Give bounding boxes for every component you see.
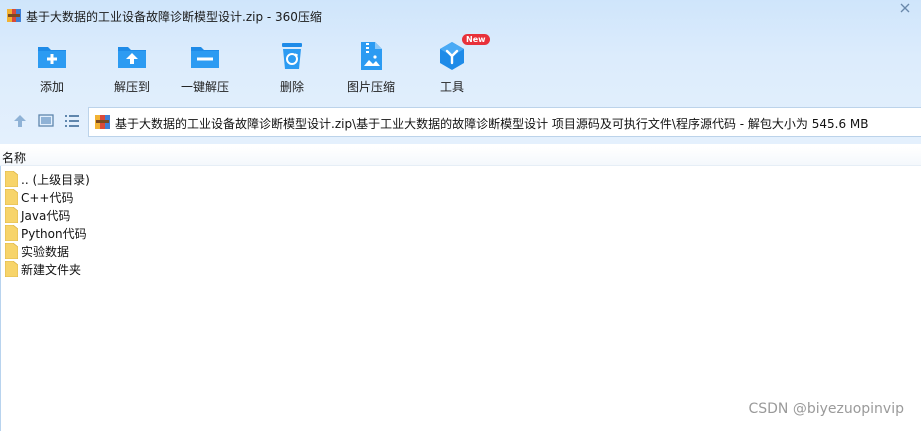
top-panel: 基于大数据的工业设备故障诊断模型设计.zip - 360压缩 添加 解压到 一键… xyxy=(0,0,921,144)
zip-app-icon xyxy=(7,9,21,22)
address-bar[interactable]: 基于大数据的工业设备故障诊断模型设计.zip\基于工业大数据的故障诊断模型设计 … xyxy=(88,107,921,137)
list-item-label: Java代码 xyxy=(21,209,71,223)
add-button[interactable]: 添加 xyxy=(17,36,87,98)
new-badge: New xyxy=(462,34,490,45)
file-list: 名称 .. (上级目录) C++代码 Java代码 Python代码 实验数据 … xyxy=(0,144,921,431)
one-click-extract-button[interactable]: 一键解压 xyxy=(170,36,240,98)
list-item-parent-dir[interactable]: .. (上级目录) xyxy=(0,170,400,188)
list-item-label: .. (上级目录) xyxy=(21,173,90,187)
folder-icon xyxy=(5,171,18,187)
tools-icon xyxy=(440,42,464,70)
image-compress-button[interactable]: 图片压缩 xyxy=(336,36,406,98)
list-item[interactable]: 实验数据 xyxy=(0,242,400,260)
delete-label: 删除 xyxy=(279,80,304,94)
thumbnail-view-icon[interactable] xyxy=(37,112,55,130)
delete-button[interactable]: 删除 xyxy=(257,36,327,98)
image-compress-icon xyxy=(361,42,382,70)
list-item-label: Python代码 xyxy=(21,227,87,241)
title-bar: 基于大数据的工业设备故障诊断模型设计.zip - 360压缩 xyxy=(0,0,921,32)
tools-button[interactable]: New 工具 xyxy=(417,34,490,98)
list-item[interactable]: Java代码 xyxy=(0,206,400,224)
window-title: 基于大数据的工业设备故障诊断模型设计.zip - 360压缩 xyxy=(26,10,322,24)
list-view-icon[interactable] xyxy=(63,112,81,130)
close-icon[interactable] xyxy=(899,2,911,14)
main-toolbar: 添加 解压到 一键解压 删除 图片压缩 New 工具 xyxy=(0,34,520,100)
folder-icon xyxy=(5,207,18,223)
extract-to-button[interactable]: 解压到 xyxy=(97,36,167,98)
navigation-bar: 基于大数据的工业设备故障诊断模型设计.zip\基于工业大数据的故障诊断模型设计 … xyxy=(0,103,921,141)
folder-icon xyxy=(5,243,18,259)
list-item[interactable]: Python代码 xyxy=(0,224,400,242)
list-item[interactable]: 新建文件夹 xyxy=(0,260,400,278)
column-header-name[interactable]: 名称 xyxy=(0,147,921,166)
list-item-label: 新建文件夹 xyxy=(21,263,82,277)
extract-to-icon xyxy=(118,47,146,68)
zip-file-icon xyxy=(95,115,110,129)
column-name-label: 名称 xyxy=(2,151,27,165)
one-click-extract-label: 一键解压 xyxy=(180,80,229,94)
folder-icon xyxy=(5,189,18,205)
list-item-label: C++代码 xyxy=(21,191,74,205)
folder-icon xyxy=(5,261,18,277)
tools-label: 工具 xyxy=(439,80,464,94)
folder-icon xyxy=(5,225,18,241)
recycle-bin-icon xyxy=(282,43,302,69)
list-item[interactable]: C++代码 xyxy=(0,188,400,206)
add-label: 添加 xyxy=(39,80,64,94)
list-item-label: 实验数据 xyxy=(21,245,70,259)
watermark: CSDN @biyezuopinvip xyxy=(748,401,904,417)
extract-to-label: 解压到 xyxy=(113,80,150,94)
up-arrow-icon[interactable] xyxy=(11,112,29,130)
image-compress-label: 图片压缩 xyxy=(346,80,395,94)
current-path: 基于大数据的工业设备故障诊断模型设计.zip\基于工业大数据的故障诊断模型设计 … xyxy=(115,117,869,131)
one-click-extract-icon xyxy=(191,47,219,68)
add-folder-icon xyxy=(38,47,66,68)
file-rows: .. (上级目录) C++代码 Java代码 Python代码 实验数据 新建文… xyxy=(0,170,400,278)
